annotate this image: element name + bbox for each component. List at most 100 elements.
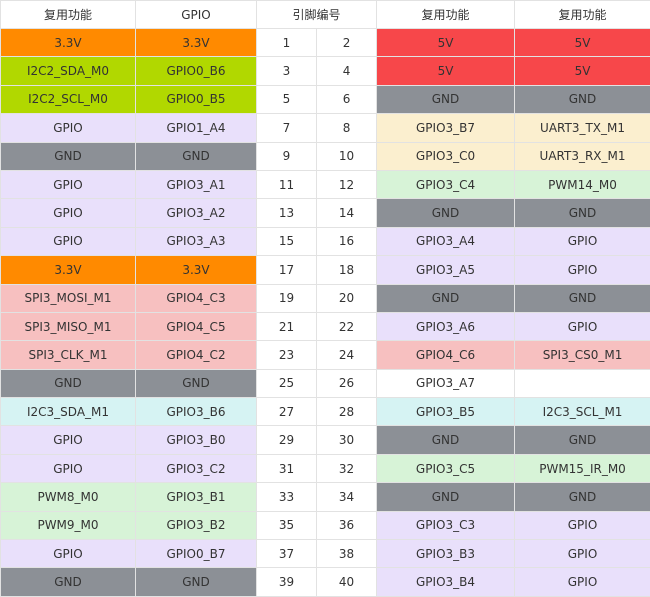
table-row: I2C2_SDA_M0 GPIO0_B6 3 4 5V 5V <box>0 56 650 86</box>
pin-number-even: 4 <box>315 56 378 86</box>
right-gpio-cell: 5V <box>376 56 516 86</box>
pin-number-odd: 1 <box>256 27 317 58</box>
right-function-cell: GND <box>514 425 650 455</box>
right-function-cell: GPIO <box>514 510 650 541</box>
right-gpio-cell: GPIO3_C5 <box>376 453 516 484</box>
pin-number-even: 8 <box>315 113 378 143</box>
right-function-cell: GND <box>514 283 650 313</box>
pin-number-even: 2 <box>315 27 378 58</box>
right-function-cell: 5V <box>514 27 650 58</box>
table-row: 3.3V 3.3V 17 18 GPIO3_A5 GPIO <box>0 255 650 285</box>
pin-number-even: 20 <box>315 283 378 313</box>
table-row: GND GND 25 26 GPIO3_A7 <box>0 368 650 399</box>
right-gpio-cell: GPIO4_C6 <box>376 340 516 370</box>
table-row: GPIO GPIO3_B0 29 30 GND GND <box>0 425 650 455</box>
left-function-cell: GPIO <box>0 198 136 228</box>
header-row: 复用功能 GPIO 引脚编号 复用功能 复用功能 <box>0 0 650 29</box>
right-function-cell: GPIO <box>514 226 650 257</box>
right-gpio-cell: GND <box>376 198 516 228</box>
right-gpio-cell: GPIO3_B3 <box>376 539 516 569</box>
left-function-cell: SPI3_MOSI_M1 <box>0 283 136 313</box>
pin-number-even: 24 <box>315 340 378 370</box>
pin-number-even: 10 <box>315 141 378 171</box>
pin-number-even: 36 <box>315 510 378 541</box>
right-function-cell: SPI3_CS0_M1 <box>514 340 650 370</box>
left-function-cell: GPIO <box>0 169 136 200</box>
pin-number-even: 34 <box>315 482 378 512</box>
left-function-cell: GPIO <box>0 113 136 143</box>
left-function-cell: PWM8_M0 <box>0 482 136 512</box>
left-function-cell: GND <box>0 141 136 171</box>
pin-number-odd: 27 <box>256 397 317 427</box>
left-function-cell: I2C2_SCL_M0 <box>0 84 136 115</box>
right-gpio-cell: GND <box>376 283 516 313</box>
right-function-cell: GND <box>514 198 650 228</box>
right-function-cell: GND <box>514 482 650 512</box>
left-gpio-cell: 3.3V <box>135 255 257 285</box>
left-gpio-cell: GPIO3_A2 <box>135 198 257 228</box>
table-row: SPI3_CLK_M1 GPIO4_C2 23 24 GPIO4_C6 SPI3_CS0_… <box>0 340 650 370</box>
right-gpio-cell: GPIO3_C0 <box>376 141 516 171</box>
right-gpio-cell: GND <box>376 425 516 455</box>
right-gpio-cell: GND <box>376 84 516 115</box>
pin-number-even: 12 <box>315 169 378 200</box>
pin-number-odd: 15 <box>256 226 317 257</box>
left-function-cell: SPI3_MISO_M1 <box>0 311 136 342</box>
left-function-cell: GPIO <box>0 453 136 484</box>
left-gpio-cell: GPIO0_B5 <box>135 84 257 115</box>
pin-number-odd: 33 <box>256 482 317 512</box>
right-function-cell: GND <box>514 84 650 115</box>
left-gpio-cell: GPIO3_A3 <box>135 226 257 257</box>
pin-number-odd: 23 <box>256 340 317 370</box>
left-gpio-cell: GPIO0_B6 <box>135 56 257 86</box>
table-row: I2C3_SDA_M1 GPIO3_B6 27 28 GPIO3_B5 I2C3_SCL_… <box>0 397 650 427</box>
left-gpio-cell: GPIO0_B7 <box>135 539 257 569</box>
table-row: I2C2_SCL_M0 GPIO0_B5 5 6 GND GND <box>0 84 650 115</box>
right-function-cell: GPIO <box>514 311 650 342</box>
left-gpio-cell: GPIO3_B1 <box>135 482 257 512</box>
pin-number-even: 6 <box>315 84 378 115</box>
right-function-cell: UART3_TX_M1 <box>514 113 650 143</box>
left-function-cell: 3.3V <box>0 27 136 58</box>
right-gpio-cell: GPIO3_B5 <box>376 397 516 427</box>
right-function-cell: 5V <box>514 56 650 86</box>
table-row: GPIO GPIO3_C2 31 32 GPIO3_C5 PWM15_IR_M0 <box>0 453 650 484</box>
pin-number-odd: 31 <box>256 453 317 484</box>
right-function-cell: UART3_RX_M1 <box>514 141 650 171</box>
left-gpio-cell: GPIO3_C2 <box>135 453 257 484</box>
pin-number-odd: 37 <box>256 539 317 569</box>
pin-number-even: 38 <box>315 539 378 569</box>
pin-number-odd: 7 <box>256 113 317 143</box>
left-function-cell: GPIO <box>0 539 136 569</box>
left-function-cell: GND <box>0 368 136 399</box>
table-row: GND GND 9 10 GPIO3_C0 UART3_RX_M1 <box>0 141 650 171</box>
right-function-cell: GPIO <box>514 255 650 285</box>
right-function-cell <box>514 368 650 399</box>
right-gpio-cell: 5V <box>376 27 516 58</box>
right-gpio-cell: GPIO3_A7 <box>376 368 516 399</box>
pin-number-odd: 29 <box>256 425 317 455</box>
header-left-gpio: GPIO <box>135 0 257 29</box>
pin-header-table: 复用功能 GPIO 引脚编号 复用功能 复用功能 3.3V 3.3V 1 2 5V 5V I… <box>0 0 650 597</box>
left-gpio-cell: GPIO4_C3 <box>135 283 257 313</box>
left-gpio-cell: GND <box>135 567 257 597</box>
pin-number-even: 16 <box>315 226 378 257</box>
pin-number-even: 18 <box>315 255 378 285</box>
left-gpio-cell: GPIO3_B6 <box>135 397 257 427</box>
table-row: GPIO GPIO3_A3 15 16 GPIO3_A4 GPIO <box>0 226 650 257</box>
right-gpio-cell: GPIO3_C3 <box>376 510 516 541</box>
left-function-cell: SPI3_CLK_M1 <box>0 340 136 370</box>
table-row: 3.3V 3.3V 1 2 5V 5V <box>0 27 650 58</box>
left-gpio-cell: GPIO1_A4 <box>135 113 257 143</box>
pin-number-odd: 25 <box>256 368 317 399</box>
table-row: GPIO GPIO3_A1 11 12 GPIO3_C4 PWM14_M0 <box>0 169 650 200</box>
table-row: PWM8_M0 GPIO3_B1 33 34 GND GND <box>0 482 650 512</box>
pin-number-even: 26 <box>315 368 378 399</box>
right-gpio-cell: GPIO3_A4 <box>376 226 516 257</box>
pin-number-odd: 13 <box>256 198 317 228</box>
right-gpio-cell: GPIO3_C4 <box>376 169 516 200</box>
table-row: GPIO GPIO0_B7 37 38 GPIO3_B3 GPIO <box>0 539 650 569</box>
pin-number-odd: 21 <box>256 311 317 342</box>
right-function-cell: I2C3_SCL_M1 <box>514 397 650 427</box>
pin-number-even: 14 <box>315 198 378 228</box>
